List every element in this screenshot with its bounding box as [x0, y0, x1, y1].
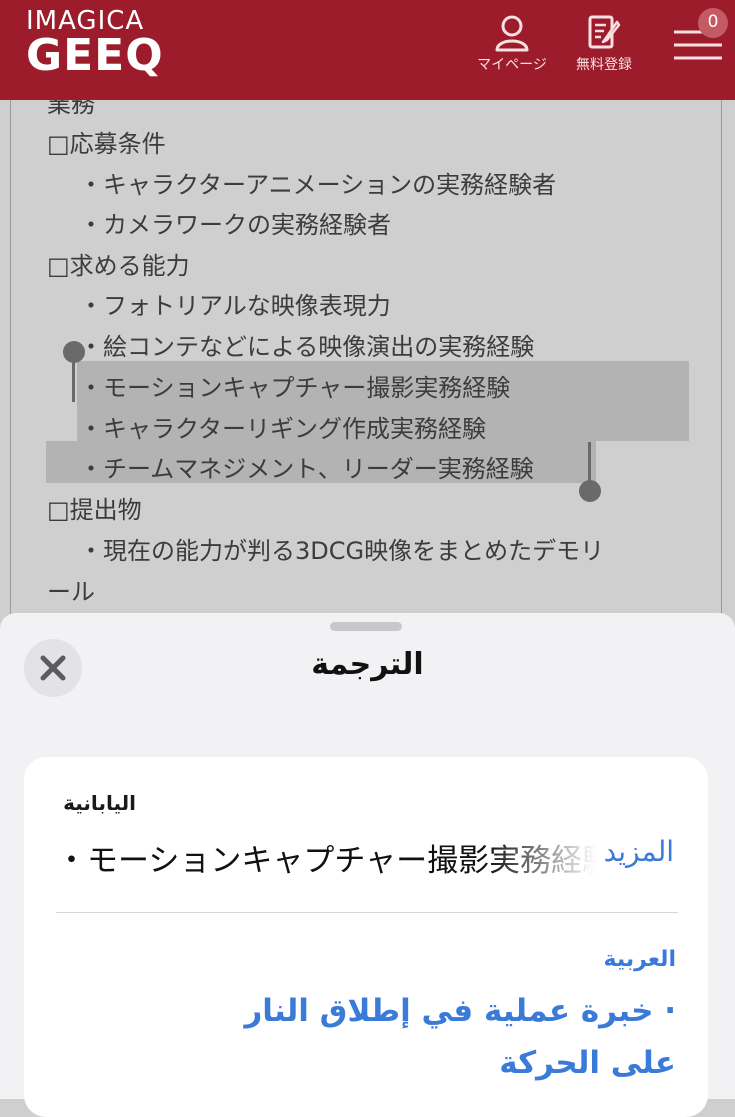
more-link[interactable]: المزيد [604, 835, 674, 868]
selected-text-line[interactable]: ・キャラクターリギング作成実務経験 [79, 409, 486, 449]
logo[interactable]: IMAGICA GEEQ [26, 8, 164, 78]
text-line: ・フォトリアルな映像表現力 [79, 292, 391, 320]
mypage-button[interactable]: マイページ [470, 14, 554, 74]
selection-end-knob[interactable] [579, 480, 601, 502]
text-line: ・絵コンテなどによる映像演出の実務経験 [79, 333, 535, 361]
divider [56, 912, 678, 913]
site-header: IMAGICA GEEQ マイページ 無料登録 0 [0, 0, 735, 100]
section-heading: □応募条件 [47, 130, 166, 158]
source-text: ・モーションキャプチャー撮影実務経験 [56, 843, 596, 879]
translation-sheet: الترجمة اليابانية ・モーションキャプチャー撮影実務経験 الم… [0, 613, 735, 1117]
text-line: 業務 [47, 100, 95, 118]
section-heading: □提出物 [47, 496, 142, 524]
section-heading: □求める能力 [47, 252, 190, 280]
text-line: ・現在の能力が判る3DCG映像をまとめたデモリ [79, 537, 605, 565]
translated-text: · خبرة عملية في إطلاق النار على الحركة [244, 993, 676, 1081]
cart-count-badge: 0 [698, 8, 728, 38]
register-label: 無料登録 [576, 57, 632, 73]
sheet-title: الترجمة [311, 647, 424, 682]
source-language-label: اليابانية [63, 791, 136, 815]
selected-text-line[interactable]: ・チームマネジメント、リーダー実務経験 [79, 449, 534, 489]
user-icon [495, 15, 529, 52]
mypage-label: マイページ [477, 57, 547, 73]
sheet-grabber[interactable] [330, 622, 402, 631]
text-line: ール [47, 578, 95, 606]
form-edit-icon [588, 15, 621, 49]
target-language-label[interactable]: العربية [604, 947, 677, 972]
register-button[interactable]: 無料登録 [566, 14, 642, 74]
text-line: ・キャラクターアニメーションの実務経験者 [79, 171, 557, 199]
selected-text-line[interactable]: ・モーションキャプチャー撮影実務経験 [79, 368, 510, 408]
job-description: 業務 □応募条件 ・キャラクターアニメーションの実務経験者 ・カメラワークの実務… [10, 100, 722, 620]
logo-bottom: GEEQ [26, 30, 164, 81]
selection-start-knob[interactable] [63, 341, 85, 363]
text-line: ・カメラワークの実務経験者 [79, 211, 391, 239]
translation-card: اليابانية ・モーションキャプチャー撮影実務経験 المزيد العر… [24, 757, 708, 1117]
